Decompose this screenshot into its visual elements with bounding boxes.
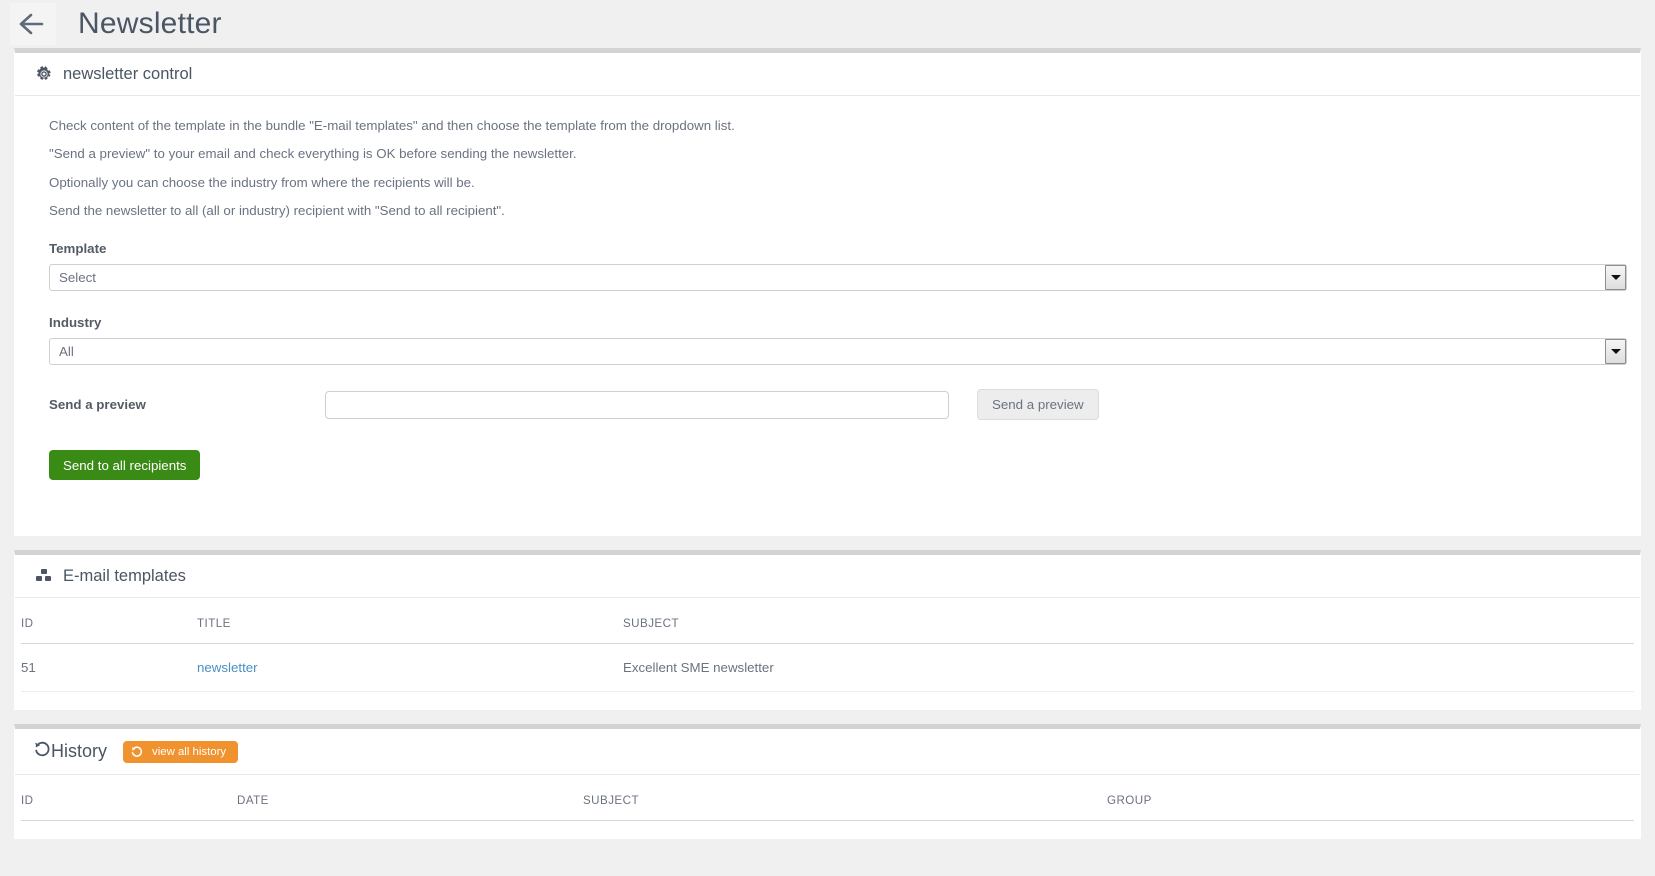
table-row: 51 newsletter Excellent SME newsletter bbox=[21, 643, 1634, 693]
page-title: Newsletter bbox=[78, 7, 222, 40]
send-preview-button[interactable]: Send a preview bbox=[977, 389, 1099, 421]
column-header-group: GROUP bbox=[1107, 775, 1634, 822]
arrow-left-icon bbox=[18, 12, 48, 36]
panel-gap bbox=[0, 536, 1655, 551]
view-all-history-label: view all history bbox=[152, 745, 227, 758]
history-header: History view all history bbox=[15, 729, 1640, 776]
form-spacer bbox=[49, 480, 1620, 536]
column-header-id: ID bbox=[21, 775, 237, 822]
column-header-subject: SUBJECT bbox=[583, 775, 1107, 822]
history-table: ID DATE SUBJECT GROUP bbox=[21, 775, 1634, 822]
newsletter-control-title: newsletter control bbox=[63, 64, 193, 83]
newsletter-control-panel: newsletter control Check content of the … bbox=[14, 48, 1641, 537]
back-button[interactable] bbox=[10, 3, 56, 45]
history-icon bbox=[34, 741, 51, 763]
cubes-icon bbox=[34, 566, 54, 586]
column-header-id: ID bbox=[21, 598, 197, 645]
send-preview-row: Send a preview Send a preview bbox=[49, 389, 1620, 421]
table-header-row: ID DATE SUBJECT GROUP bbox=[21, 775, 1634, 822]
newsletter-form: Template Select Industry All Send a prev… bbox=[35, 229, 1627, 536]
triangle-glyph bbox=[1610, 275, 1621, 281]
chevron-down-icon[interactable] bbox=[1605, 339, 1626, 365]
template-select[interactable]: Select bbox=[49, 264, 1627, 292]
chevron-down-icon[interactable] bbox=[1605, 265, 1626, 291]
page-header: Newsletter bbox=[0, 0, 1655, 48]
table-header-row: ID TITLE SUBJECT bbox=[21, 598, 1634, 645]
column-header-title: TITLE bbox=[197, 598, 623, 645]
template-select-value[interactable]: Select bbox=[49, 264, 1627, 292]
history-table-wrap: ID DATE SUBJECT GROUP bbox=[15, 775, 1640, 839]
column-header-date: DATE bbox=[237, 775, 583, 822]
email-templates-table-wrap: ID TITLE SUBJECT 51 newsletter Excellent… bbox=[15, 598, 1640, 710]
cell-title: newsletter bbox=[197, 643, 623, 693]
cell-id: 51 bbox=[21, 643, 197, 693]
industry-select-value[interactable]: All bbox=[49, 338, 1627, 366]
instructions-block: Check content of the template in the bun… bbox=[35, 96, 1620, 220]
send-to-all-recipients-button[interactable]: Send to all recipients bbox=[49, 450, 201, 481]
triangle-glyph bbox=[1610, 349, 1621, 355]
email-templates-header: E-mail templates bbox=[15, 555, 1640, 599]
history-panel: History view all history ID DATE SUBJECT… bbox=[14, 724, 1641, 840]
send-preview-label: Send a preview bbox=[49, 397, 146, 413]
instruction-line-1: Check content of the template in the bun… bbox=[49, 118, 735, 133]
industry-select[interactable]: All bbox=[49, 338, 1627, 366]
template-link[interactable]: newsletter bbox=[197, 660, 258, 675]
cell-subject: Excellent SME newsletter bbox=[623, 643, 1634, 693]
email-templates-panel: E-mail templates ID TITLE SUBJECT 51 new… bbox=[14, 550, 1641, 711]
history-title: History bbox=[51, 741, 108, 762]
column-header-subject: SUBJECT bbox=[623, 598, 1634, 645]
view-all-history-button[interactable]: view all history bbox=[123, 740, 239, 763]
send-preview-email-input[interactable] bbox=[325, 390, 949, 419]
instruction-line-4: Send the newsletter to all (all or indus… bbox=[49, 202, 505, 218]
gear-icon bbox=[34, 64, 54, 84]
industry-label: Industry bbox=[49, 315, 102, 331]
email-templates-table: ID TITLE SUBJECT 51 newsletter Excellent… bbox=[21, 598, 1634, 693]
instruction-line-3: Optionally you can choose the industry f… bbox=[49, 174, 475, 190]
instruction-line-2: "Send a preview" to your email and check… bbox=[49, 146, 577, 162]
newsletter-control-header: newsletter control bbox=[15, 53, 1640, 96]
email-templates-title: E-mail templates bbox=[63, 566, 186, 585]
panel-gap-2 bbox=[0, 710, 1655, 725]
history-icon bbox=[131, 745, 143, 758]
newsletter-control-body: Check content of the template in the bun… bbox=[15, 96, 1640, 536]
template-label: Template bbox=[49, 241, 107, 257]
